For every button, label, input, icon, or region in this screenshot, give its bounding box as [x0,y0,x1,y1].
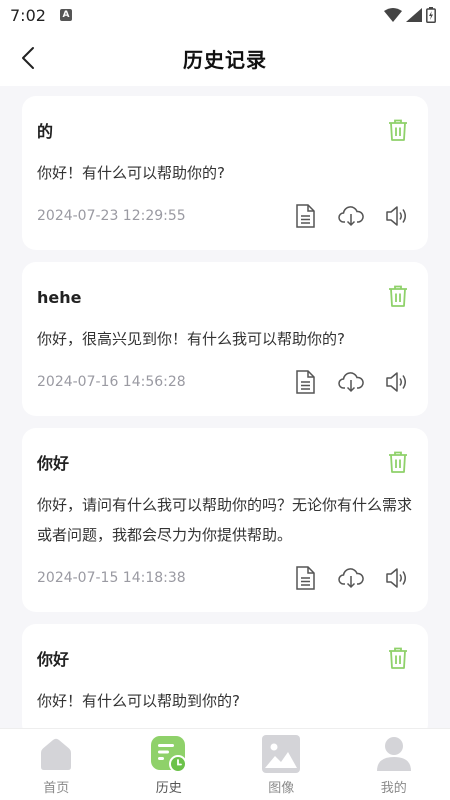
history-card[interactable]: hehe 你好，很高兴见到你！有什么我可以帮助你的? 2024-07-16 14… [22,262,428,416]
delete-button[interactable] [386,646,410,670]
record-text: 你好，很高兴见到你！有什么我可以帮助你的? [37,330,345,348]
tab-image[interactable]: 图像 [225,729,338,800]
tab-label: 历史 [155,781,182,796]
tab-label: 首页 [43,781,70,796]
record-footer: 2024-07-23 12:29:55 [37,204,412,228]
speaker-icon [386,372,406,392]
history-card[interactable]: 你好 你好！有什么可以帮助到你的? [22,624,428,728]
document-icon [296,370,315,394]
record-title: hehe [37,288,82,307]
delete-button[interactable] [386,284,410,308]
copy-text-button[interactable] [292,369,318,395]
trash-icon [389,451,407,473]
history-icon [150,735,188,773]
chevron-left-icon [22,47,34,69]
tab-label: 我的 [380,781,407,796]
delete-button[interactable] [386,450,410,474]
profile-icon [375,735,413,773]
header: 历史记录 [0,30,450,86]
trash-icon [389,285,407,307]
copy-text-button[interactable] [292,565,318,591]
document-icon [296,204,315,228]
image-icon [262,735,301,773]
tab-label: 图像 [268,781,295,796]
record-actions [292,369,412,395]
play-audio-button[interactable] [384,565,410,591]
download-button[interactable] [338,369,364,395]
document-icon [296,566,315,590]
record-text: 你好！有什么可以帮助你的? [37,164,225,182]
record-title: 的 [37,122,54,141]
tab-home[interactable]: 首页 [0,729,113,800]
record-text: 你好！有什么可以帮助到你的? [37,692,240,710]
status-time: 7:02 [10,5,46,25]
status-indicators [384,7,436,23]
back-button[interactable] [14,44,42,72]
record-timestamp: 2024-07-16 14:56:28 [37,374,186,390]
play-audio-button[interactable] [384,203,410,229]
record-title: 你好 [37,454,70,473]
record-footer: 2024-07-15 14:18:38 [37,566,412,590]
history-card[interactable]: 的 你好！有什么可以帮助你的? 2024-07-23 12:29:55 [22,96,428,250]
wifi-icon [384,8,402,22]
record-text: 你好，请问有什么我可以帮助你的吗？无论你有什么需求或者问题，我都会尽力为你提供帮… [37,496,413,544]
copy-text-button[interactable] [292,203,318,229]
page-title: 历史记录 [183,47,267,72]
trash-icon [389,119,407,141]
record-actions [292,203,412,229]
speaker-icon [386,206,406,226]
speaker-icon [386,568,406,588]
delete-button[interactable] [386,118,410,142]
notification-app-icon: A [59,9,72,21]
history-list[interactable]: 的 你好！有什么可以帮助你的? 2024-07-23 12:29:55 hehe… [0,86,450,728]
status-bar: 7:02 A [0,0,450,30]
tab-profile[interactable]: 我的 [338,729,450,800]
download-button[interactable] [338,565,364,591]
cloud-download-icon [338,206,364,227]
tab-history[interactable]: 历史 [113,729,226,800]
record-title: 你好 [37,650,70,669]
record-timestamp: 2024-07-23 12:29:55 [37,208,186,224]
cloud-download-icon [338,568,364,589]
bottom-tab-bar: 首页 历史 图像 我的 [0,728,450,800]
signal-icon [406,8,422,22]
trash-icon [389,647,407,669]
cloud-download-icon [338,372,364,393]
play-audio-button[interactable] [384,369,410,395]
battery-icon [426,7,436,23]
home-icon [37,735,75,773]
record-footer: 2024-07-16 14:56:28 [37,370,412,394]
history-card[interactable]: 你好 你好，请问有什么我可以帮助你的吗？无论你有什么需求或者问题，我都会尽力为你… [22,428,428,612]
record-timestamp: 2024-07-15 14:18:38 [37,570,186,586]
download-button[interactable] [338,203,364,229]
record-actions [292,565,412,591]
